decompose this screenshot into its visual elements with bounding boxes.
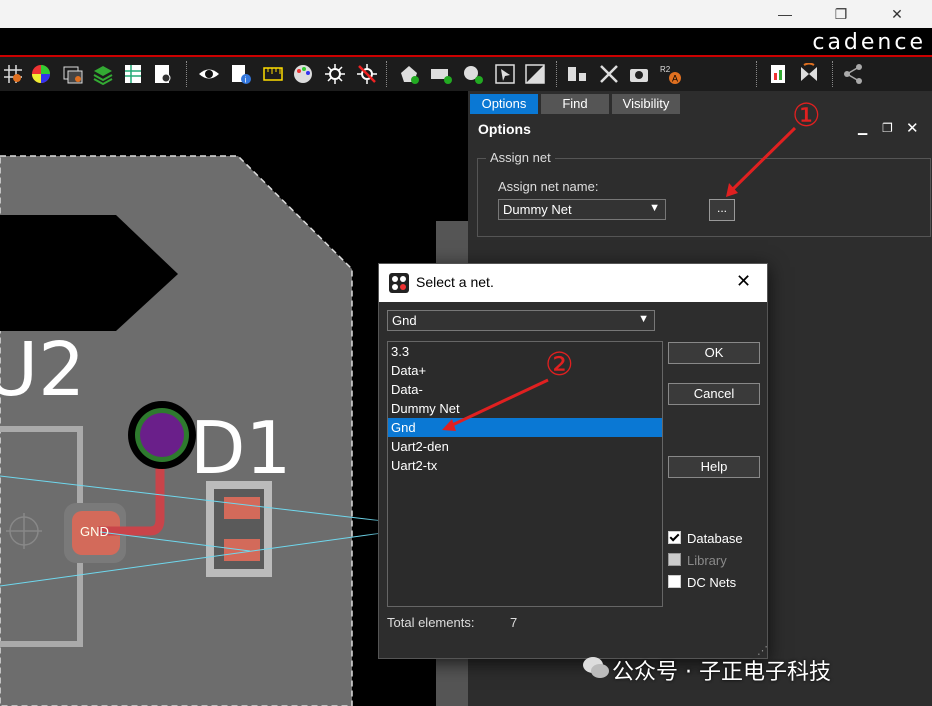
watermark-text: 公众号 · 子正电子科技 — [612, 660, 831, 685]
step-1-marker: ① — [792, 96, 821, 134]
wechat-icon — [583, 657, 609, 678]
step-2-marker: ② — [545, 345, 574, 383]
